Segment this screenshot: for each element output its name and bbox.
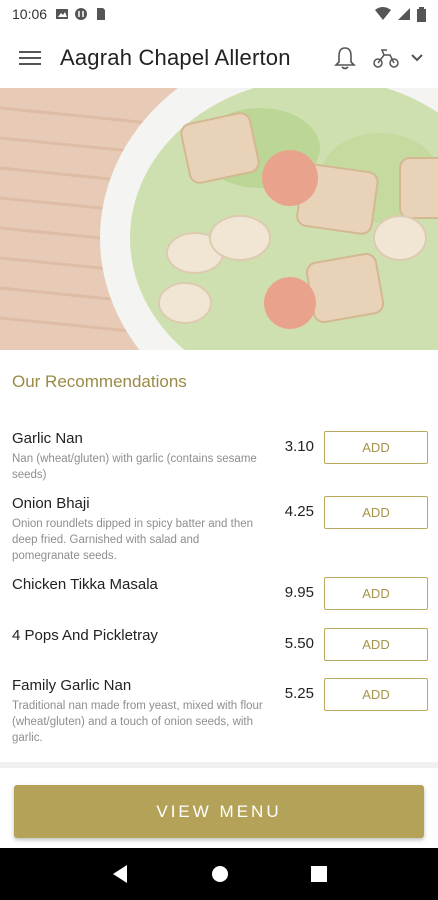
item-price: 4.25 (284, 503, 314, 520)
item-name: 4 Pops And Pickletray (12, 627, 158, 644)
divider (0, 762, 438, 768)
menu-icon (19, 51, 41, 65)
item-description: Traditional nan made from yeast, mixed w… (12, 700, 263, 744)
add-button[interactable]: ADD (324, 496, 428, 529)
back-icon[interactable] (111, 864, 129, 884)
status-time: 10:06 (12, 6, 48, 22)
add-button[interactable]: ADD (324, 628, 428, 661)
item-name: Garlic Nan (12, 430, 83, 447)
nfc-icon (75, 8, 88, 20)
item-price: 5.50 (284, 635, 314, 652)
scooter-icon (373, 49, 399, 68)
status-bar: 10:06 (0, 0, 438, 28)
page-title: Aagrah Chapel Allerton (60, 45, 291, 70)
sim-icon (97, 8, 106, 20)
hero-image (0, 88, 438, 350)
view-menu-button[interactable]: VIEW MENU (14, 785, 424, 838)
signal-icon (398, 8, 410, 20)
bell-icon[interactable] (334, 46, 356, 70)
item-name: Family Garlic Nan (12, 677, 132, 694)
item-name: Onion Bhaji (12, 495, 90, 512)
recents-icon[interactable] (311, 866, 327, 882)
delivery-mode-selector[interactable] (372, 47, 424, 69)
item-description: Onion roundlets dipped in spicy batter a… (12, 518, 254, 562)
item-name: Chicken Tikka Masala (12, 576, 158, 593)
system-nav-bar (0, 848, 438, 900)
item-price: 9.95 (284, 584, 314, 601)
item-price: 3.10 (284, 438, 314, 455)
chevron-down-icon (411, 54, 423, 62)
battery-icon (417, 6, 426, 22)
item-price: 5.25 (284, 685, 314, 702)
home-icon[interactable] (211, 865, 229, 883)
add-button[interactable]: ADD (324, 678, 428, 711)
app-bar: Aagrah Chapel Allerton (0, 28, 438, 88)
section-title: Our Recommendations (12, 372, 187, 391)
menu-button[interactable] (0, 28, 60, 88)
item-description: Nan (wheat/gluten) with garlic (contains… (12, 453, 257, 481)
add-button[interactable]: ADD (324, 577, 428, 610)
wifi-icon (375, 7, 391, 20)
add-button[interactable]: ADD (324, 431, 428, 464)
gallery-icon (56, 9, 69, 19)
